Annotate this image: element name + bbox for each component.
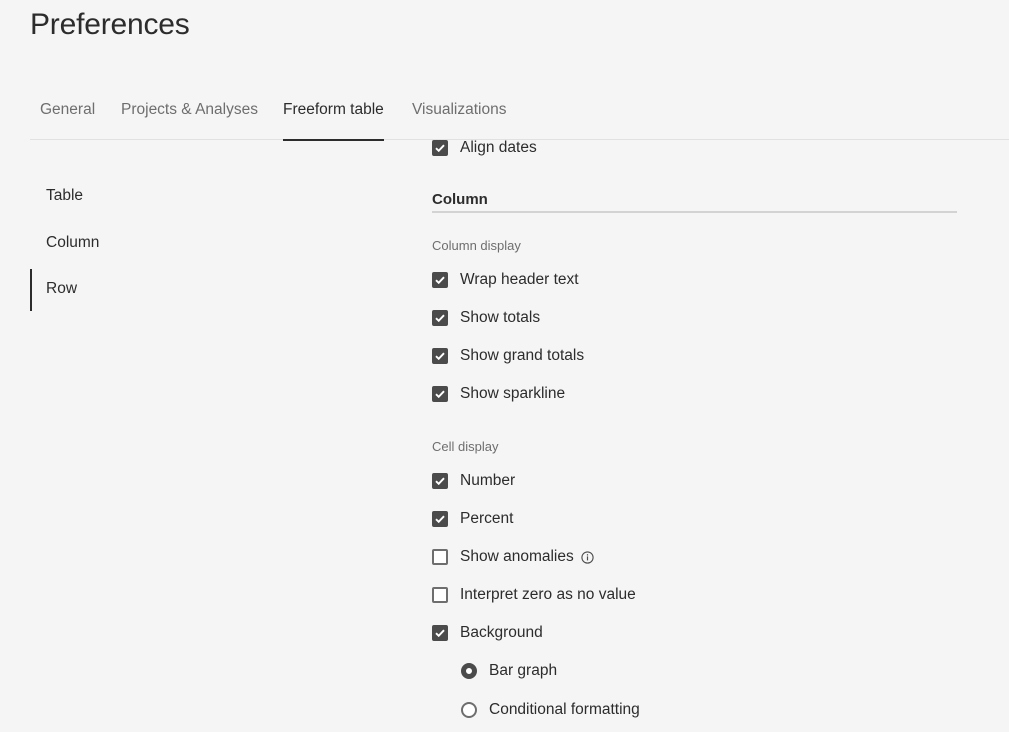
sidebar-item-table[interactable]: Table bbox=[30, 176, 230, 218]
conditional-formatting-radio[interactable]: Conditional formatting bbox=[461, 700, 640, 720]
show-sparkline-checkbox[interactable]: Show sparkline bbox=[432, 384, 565, 404]
show-anomalies-checkbox[interactable]: Show anomalies bbox=[432, 547, 594, 567]
preferences-page: Preferences General Projects & Analyses … bbox=[0, 0, 1009, 732]
checkbox-unchecked-icon bbox=[432, 549, 448, 565]
checkbox-checked-icon bbox=[432, 348, 448, 364]
sidebar-item-row[interactable]: Row bbox=[30, 269, 230, 311]
tab-general[interactable]: General bbox=[40, 88, 95, 140]
tab-projects-analyses[interactable]: Projects & Analyses bbox=[121, 88, 258, 140]
checkbox-label: Background bbox=[460, 624, 543, 641]
checkbox-label: Align dates bbox=[460, 139, 537, 156]
checkbox-label: Percent bbox=[460, 510, 514, 527]
checkbox-checked-icon bbox=[432, 511, 448, 527]
sidebar-item-column[interactable]: Column bbox=[30, 223, 230, 265]
section-heading-column: Column bbox=[432, 191, 957, 213]
page-title: Preferences bbox=[30, 8, 190, 41]
show-grand-totals-checkbox[interactable]: Show grand totals bbox=[432, 346, 584, 366]
bar-graph-radio[interactable]: Bar graph bbox=[461, 661, 557, 681]
cell-display-label: Cell display bbox=[432, 439, 499, 454]
checkbox-checked-icon bbox=[432, 473, 448, 489]
radio-unselected-icon bbox=[461, 702, 477, 718]
info-icon[interactable] bbox=[581, 550, 594, 564]
checkbox-checked-icon bbox=[432, 310, 448, 326]
wrap-header-text-checkbox[interactable]: Wrap header text bbox=[432, 270, 579, 290]
radio-selected-icon bbox=[461, 663, 477, 679]
background-checkbox[interactable]: Background bbox=[432, 623, 543, 643]
column-display-label: Column display bbox=[432, 238, 521, 253]
checkbox-checked-icon bbox=[432, 625, 448, 641]
tab-visualizations[interactable]: Visualizations bbox=[412, 88, 507, 140]
radio-label: Bar graph bbox=[489, 662, 558, 679]
interpret-zero-checkbox[interactable]: Interpret zero as no value bbox=[432, 585, 636, 605]
number-checkbox[interactable]: Number bbox=[432, 471, 515, 491]
tab-freeform-table[interactable]: Freeform table bbox=[283, 88, 384, 141]
align-dates-checkbox[interactable]: Align dates bbox=[432, 138, 537, 158]
checkbox-label: Show grand totals bbox=[460, 347, 585, 364]
checkbox-checked-icon bbox=[432, 386, 448, 402]
percent-checkbox[interactable]: Percent bbox=[432, 509, 513, 529]
show-totals-checkbox[interactable]: Show totals bbox=[432, 308, 540, 328]
checkbox-checked-icon bbox=[432, 272, 448, 288]
checkbox-label: Show sparkline bbox=[460, 385, 566, 402]
checkbox-label: Show totals bbox=[460, 309, 541, 326]
radio-label: Conditional formatting bbox=[489, 701, 640, 718]
checkbox-label: Interpret zero as no value bbox=[460, 586, 636, 603]
checkbox-label: Wrap header text bbox=[460, 271, 579, 288]
checkbox-label: Number bbox=[460, 472, 516, 489]
tab-bar: General Projects & Analyses Freeform tab… bbox=[30, 88, 1009, 141]
checkbox-unchecked-icon bbox=[432, 587, 448, 603]
checkbox-checked-icon bbox=[432, 140, 448, 156]
checkbox-label: Show anomalies bbox=[460, 548, 574, 565]
